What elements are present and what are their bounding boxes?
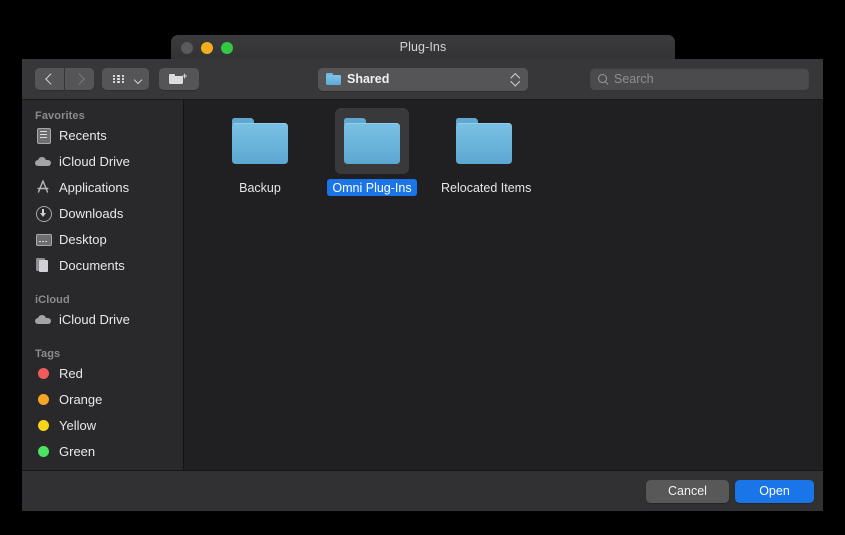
cloud-icon	[35, 153, 51, 169]
folder-icon	[326, 73, 341, 85]
back-button[interactable]	[35, 68, 64, 90]
path-popup-button[interactable]: Shared	[318, 68, 528, 91]
sidebar-item-tag-green[interactable]: Green	[22, 438, 183, 464]
folder-icon	[344, 118, 400, 164]
tag-dot-icon	[38, 445, 49, 457]
cancel-button[interactable]: Cancel	[646, 480, 729, 503]
sidebar-item-desktop[interactable]: Desktop	[22, 226, 183, 252]
file-item-label: Backup	[239, 180, 281, 195]
sidebar-item-label: Recents	[59, 127, 107, 143]
folder-icon	[456, 118, 512, 164]
file-item-label: Omni Plug-Ins	[327, 179, 417, 196]
sidebar-item-label: Desktop	[59, 231, 107, 247]
path-popup-label: Shared	[347, 72, 390, 86]
file-browser-icon-view[interactable]: Backup Omni Plug-Ins Relocated Items	[184, 100, 823, 470]
grid-view-icon	[113, 75, 124, 83]
dialog-footer: Cancel Open	[22, 470, 823, 511]
sidebar-item-label: Green	[59, 443, 96, 459]
sidebar-item-label: iCloud Drive	[59, 311, 130, 327]
search-icon	[598, 74, 608, 85]
sidebar-section-icloud: iCloud	[35, 294, 70, 306]
sidebar-item-tag-orange[interactable]: Orange	[22, 386, 183, 412]
icon-well	[447, 108, 521, 174]
sidebar-item-recents[interactable]: Recents	[22, 122, 183, 148]
recents-icon	[35, 127, 51, 144]
view-mode-button[interactable]	[102, 68, 149, 90]
sidebar-item-icloud-drive[interactable]: iCloud Drive	[22, 148, 183, 174]
sidebar-section-tags: Tags	[35, 348, 61, 360]
sidebar-item-label: Orange	[59, 391, 103, 407]
desktop-icon	[35, 231, 52, 247]
tag-dot-icon	[38, 419, 49, 431]
search-input[interactable]: Search	[590, 68, 809, 90]
sidebar-item-label: Applications	[59, 179, 130, 195]
folder-icon	[232, 118, 288, 164]
downloads-icon	[35, 205, 52, 222]
window-titlebar: Plug-Ins	[171, 35, 675, 60]
file-item-label: Relocated Items	[441, 180, 532, 195]
up-down-chevron-icon	[510, 72, 520, 87]
sidebar-item-label: Yellow	[59, 417, 97, 433]
icon-well	[335, 108, 409, 174]
file-item-relocated-items[interactable]: Relocated Items	[436, 108, 532, 197]
chevron-down-icon	[133, 75, 143, 85]
search-placeholder: Search	[614, 72, 654, 86]
chevron-right-icon	[73, 73, 85, 85]
sidebar-item-label: iCloud Drive	[59, 153, 130, 169]
sidebar-item-tag-red[interactable]: Red	[22, 360, 183, 386]
sidebar-item-label: Red	[59, 365, 83, 381]
window-title: Plug-Ins	[399, 40, 447, 54]
sidebar-item-tag-yellow[interactable]: Yellow	[22, 412, 183, 438]
sidebar-item-applications[interactable]: Applications	[22, 174, 183, 200]
sidebar-item-label: Documents	[59, 257, 125, 273]
tag-dot-icon	[38, 367, 49, 379]
tag-dot-icon	[38, 393, 49, 405]
sidebar-item-label: Downloads	[59, 205, 124, 221]
new-folder-button[interactable]: +	[159, 68, 199, 90]
desktop-background: Plug-Ins + Shared Search Favorites Recen…	[0, 0, 845, 535]
sidebar[interactable]: Favorites Recents iCloud Drive Applicati…	[22, 100, 184, 470]
cloud-icon	[35, 311, 51, 327]
open-file-dialog: + Shared Search Favorites Recents iCloud…	[22, 59, 823, 511]
open-button[interactable]: Open	[735, 480, 814, 503]
forward-button[interactable]	[65, 68, 94, 90]
sidebar-item-downloads[interactable]: Downloads	[22, 200, 183, 226]
toolbar: + Shared Search	[22, 59, 823, 100]
file-item-omni-plug-ins[interactable]: Omni Plug-Ins	[324, 108, 420, 197]
applications-icon	[35, 179, 51, 195]
chevron-left-icon	[44, 73, 56, 85]
sidebar-section-favorites: Favorites	[35, 110, 85, 122]
icon-well	[223, 108, 297, 174]
sidebar-item-documents[interactable]: Documents	[22, 252, 183, 278]
file-item-backup[interactable]: Backup	[212, 108, 308, 197]
sidebar-item-icloud-drive-2[interactable]: iCloud Drive	[22, 306, 183, 332]
plus-icon: +	[182, 71, 188, 81]
new-folder-icon	[169, 74, 183, 84]
documents-icon	[35, 257, 51, 273]
